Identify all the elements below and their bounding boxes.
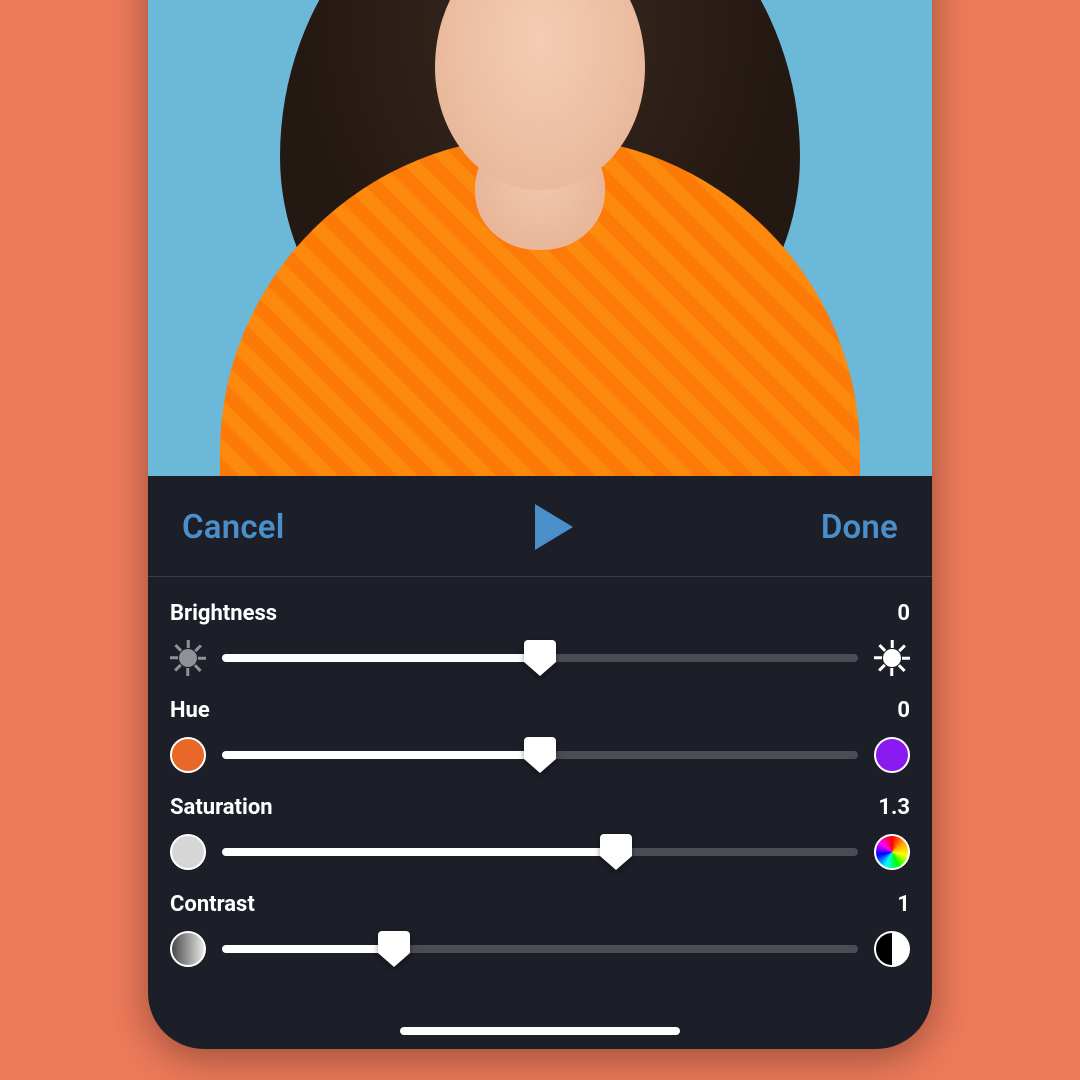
contrast-slider[interactable] <box>222 945 858 953</box>
hue-row: Hue 0 <box>168 698 912 783</box>
play-icon <box>531 502 575 552</box>
home-indicator[interactable] <box>400 1027 680 1035</box>
hue-purple-icon <box>872 735 912 775</box>
slider-fill <box>222 848 616 856</box>
slider-thumb[interactable] <box>376 929 412 969</box>
saturation-slider[interactable] <box>222 848 858 856</box>
hue-orange-icon <box>168 735 208 775</box>
half-circle-icon <box>872 929 912 969</box>
contrast-row: Contrast 1 <box>168 892 912 977</box>
saturation-row: Saturation 1.3 <box>168 795 912 880</box>
slider-thumb[interactable] <box>522 735 558 775</box>
saturation-value: 1.3 <box>878 795 910 820</box>
brightness-label: Brightness <box>170 601 277 626</box>
brightness-value: 0 <box>897 601 910 626</box>
saturation-label: Saturation <box>170 795 273 820</box>
slider-thumb[interactable] <box>522 638 558 678</box>
done-button[interactable]: Done <box>821 508 898 547</box>
hue-value: 0 <box>897 698 910 723</box>
cancel-button[interactable]: Cancel <box>182 508 284 547</box>
slider-fill <box>222 654 540 662</box>
sun-dim-icon <box>168 638 208 678</box>
brightness-row: Brightness 0 <box>168 601 912 686</box>
contrast-label: Contrast <box>170 892 255 917</box>
preview-image <box>148 0 932 476</box>
hue-slider[interactable] <box>222 751 858 759</box>
sun-bright-icon <box>872 638 912 678</box>
rainbow-icon <box>872 832 912 872</box>
slider-fill <box>222 751 540 759</box>
brightness-slider[interactable] <box>222 654 858 662</box>
play-button[interactable] <box>528 502 578 552</box>
slider-fill <box>222 945 394 953</box>
slider-thumb[interactable] <box>598 832 634 872</box>
hue-label: Hue <box>170 698 210 723</box>
contrast-value: 1 <box>897 892 910 917</box>
grey-circle-icon <box>168 832 208 872</box>
grey-grad-icon <box>168 929 208 969</box>
adjustment-panel: Brightness 0 <box>148 577 932 1049</box>
phone-frame: Cancel Done Brightness 0 <box>148 0 932 1049</box>
editor-toolbar: Cancel Done <box>148 476 932 577</box>
